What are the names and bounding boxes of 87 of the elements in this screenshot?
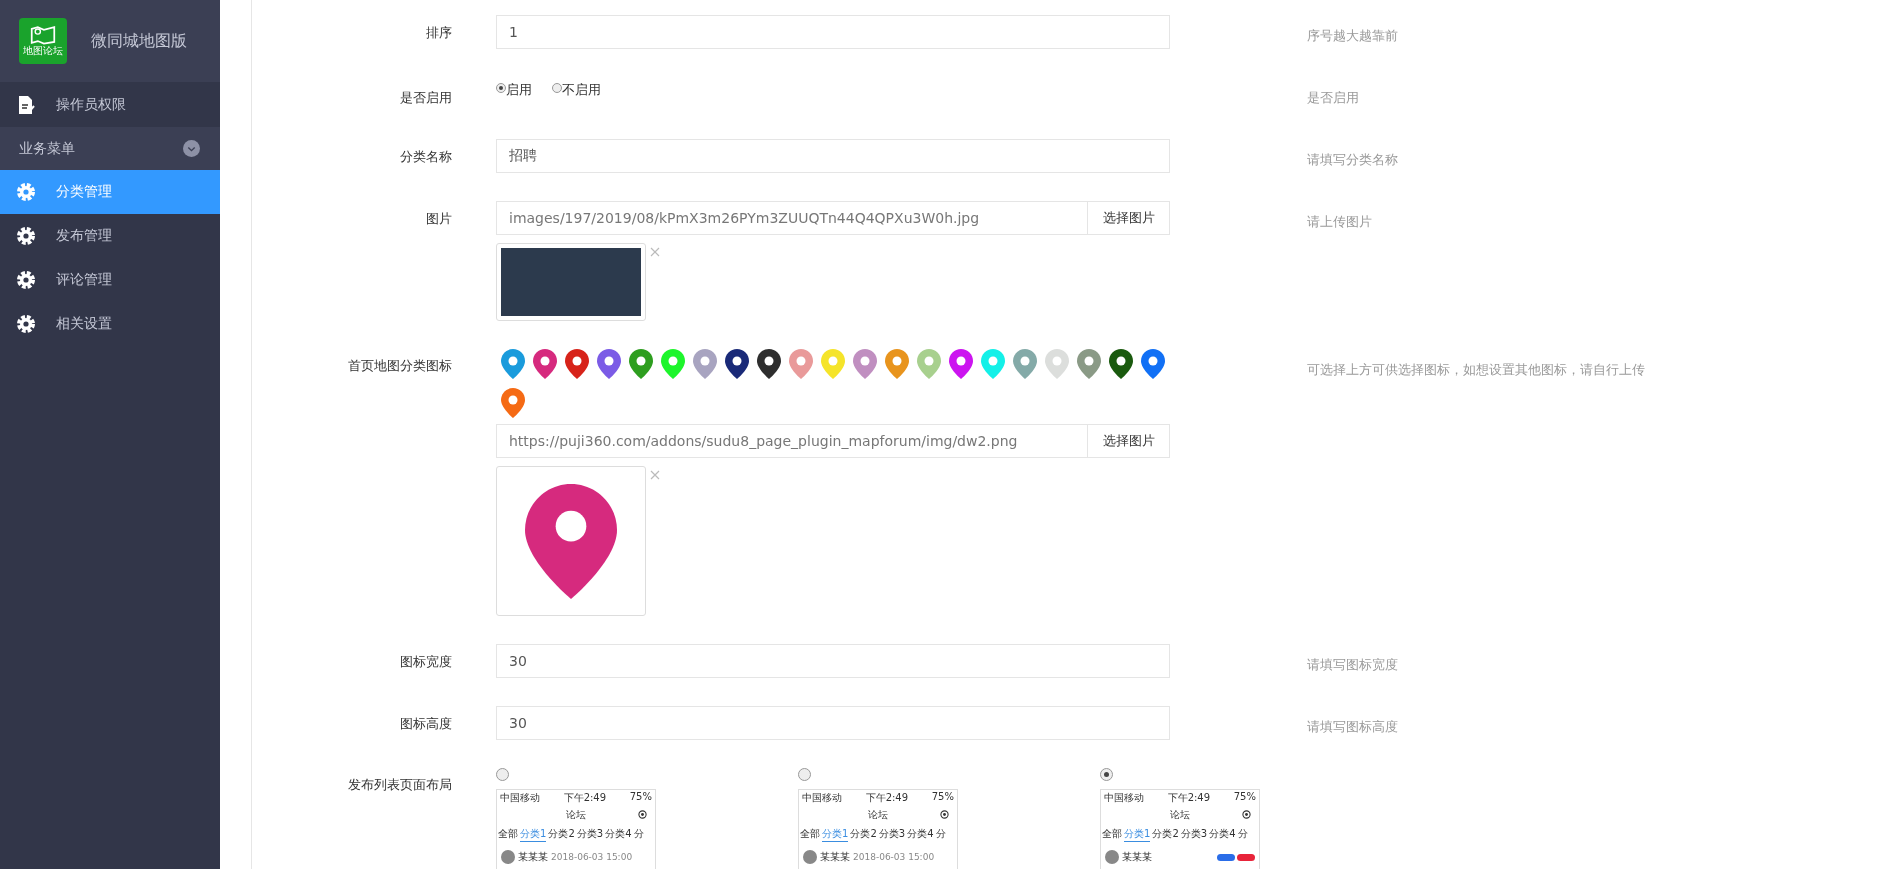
settings-icon <box>16 226 36 246</box>
tab-label: 分类4 <box>1209 827 1236 841</box>
help-text: 可选择上方可供选择图标，如想设置其他图标，请自行上传 <box>1306 361 1646 379</box>
app-name: 微同城地图版 <box>91 30 187 52</box>
field-label: 是否启用 <box>399 89 452 107</box>
screen-title: 论坛 <box>566 808 586 822</box>
radio-button[interactable] <box>798 768 811 781</box>
close-icon[interactable] <box>650 247 660 257</box>
sidebar-item[interactable]: 相关设置 <box>0 302 220 346</box>
field-label: 图标高度 <box>399 715 452 733</box>
tab-label: 全部 <box>1102 827 1122 841</box>
tab-label: 分类3 <box>576 827 604 841</box>
radio-button[interactable] <box>1100 768 1113 781</box>
field-label: 排序 <box>425 24 452 42</box>
avatar-icon <box>1105 850 1119 864</box>
user-name: 某某某 <box>1122 850 1152 864</box>
document-icon <box>16 94 36 115</box>
help-text: 是否启用 <box>1306 89 1360 107</box>
field-label: 图片 <box>425 210 452 228</box>
radio-option[interactable]: 不启用 <box>552 81 601 111</box>
text-field[interactable]: 1 <box>496 15 1170 49</box>
app-logo: 地图论坛 <box>19 18 67 64</box>
tab-label: 分类2 <box>548 827 575 841</box>
carrier-text: 中国移动 <box>802 791 842 805</box>
file-path-field[interactable]: images/197/2019/08/kPmX3m26PYm3ZUUQTn44Q4QPXu3W0h.jpg 选择图片 <box>496 201 1170 235</box>
screen-title: 论坛 <box>868 808 888 822</box>
avatar-icon <box>501 850 515 864</box>
tab-label: 全部 <box>498 827 518 841</box>
close-icon[interactable] <box>650 470 660 480</box>
carrier-text: 中国移动 <box>1104 791 1144 805</box>
tab-label: 分 <box>935 827 946 841</box>
user-name: 某某某 <box>518 850 548 864</box>
tag-badge <box>1237 853 1255 861</box>
tab-label: 分类3 <box>1180 827 1208 841</box>
avatar-icon <box>803 850 817 864</box>
settings-icon <box>16 182 36 202</box>
time-text: 下午2:49 <box>1167 791 1211 805</box>
tab-label: 分类1 <box>1124 827 1151 842</box>
time-text: 下午2:49 <box>563 791 607 805</box>
user-name: 某某某 <box>820 850 850 864</box>
text-field[interactable]: 招聘 <box>496 139 1170 173</box>
settings-icon <box>16 314 36 334</box>
tab-label: 分类2 <box>850 827 877 841</box>
tab-label: 分类4 <box>605 827 632 841</box>
field-label: 分类名称 <box>399 148 452 166</box>
target-icon <box>940 810 949 819</box>
tab-label: 分 <box>1237 827 1248 841</box>
text-field[interactable]: 30 <box>496 644 1170 678</box>
battery-text: 75% <box>629 791 652 804</box>
sidebar-item[interactable]: 操作员权限 <box>0 82 220 127</box>
menu-group-header[interactable]: 业务菜单 <box>0 127 220 170</box>
tab-label: 分类4 <box>907 827 934 841</box>
tag-badge <box>1217 853 1235 861</box>
map-pin-icon[interactable] <box>725 349 749 379</box>
map-pin-icon[interactable] <box>757 349 781 379</box>
sidebar-item[interactable]: 评论管理 <box>0 258 220 302</box>
help-text: 请填写图标宽度 <box>1306 656 1399 674</box>
time-text: 下午2:49 <box>865 791 909 805</box>
field-label: 发布列表页面布局 <box>347 776 452 794</box>
help-text: 请填写图标高度 <box>1306 718 1399 736</box>
help-text: 请上传图片 <box>1306 213 1373 231</box>
post-date: 2018-06-03 15:00 <box>853 852 935 862</box>
battery-text: 75% <box>931 791 954 804</box>
settings-icon <box>16 270 36 290</box>
help-text: 请填写分类名称 <box>1306 151 1399 169</box>
tab-label: 分类2 <box>1152 827 1179 841</box>
tab-label: 全部 <box>800 827 820 841</box>
text-field[interactable]: 30 <box>496 706 1170 740</box>
screen-title: 论坛 <box>1170 808 1190 822</box>
battery-text: 75% <box>1233 791 1256 804</box>
tab-label: 分类3 <box>878 827 906 841</box>
radio-button[interactable] <box>496 768 509 781</box>
help-text: 序号越大越靠前 <box>1306 27 1399 45</box>
field-label: 首页地图分类图标 <box>347 357 452 375</box>
field-label: 图标宽度 <box>399 653 452 671</box>
map-pin-icon[interactable] <box>1109 349 1133 379</box>
target-icon <box>1242 810 1251 819</box>
radio-option[interactable]: 启用 <box>496 81 532 111</box>
carrier-text: 中国移动 <box>500 791 540 805</box>
tab-label: 分类1 <box>520 827 547 842</box>
sidebar-item[interactable]: 发布管理 <box>0 214 220 258</box>
map-icon <box>30 25 56 45</box>
file-path-field[interactable]: https://puji360.com/addons/sudu8_page_plugin_mapforum/img/dw2.png 选择图片 <box>496 424 1170 458</box>
target-icon <box>638 810 647 819</box>
post-date: 2018-06-03 15:00 <box>551 852 633 862</box>
tab-label: 分类1 <box>822 827 849 842</box>
tab-label: 分 <box>633 827 644 841</box>
